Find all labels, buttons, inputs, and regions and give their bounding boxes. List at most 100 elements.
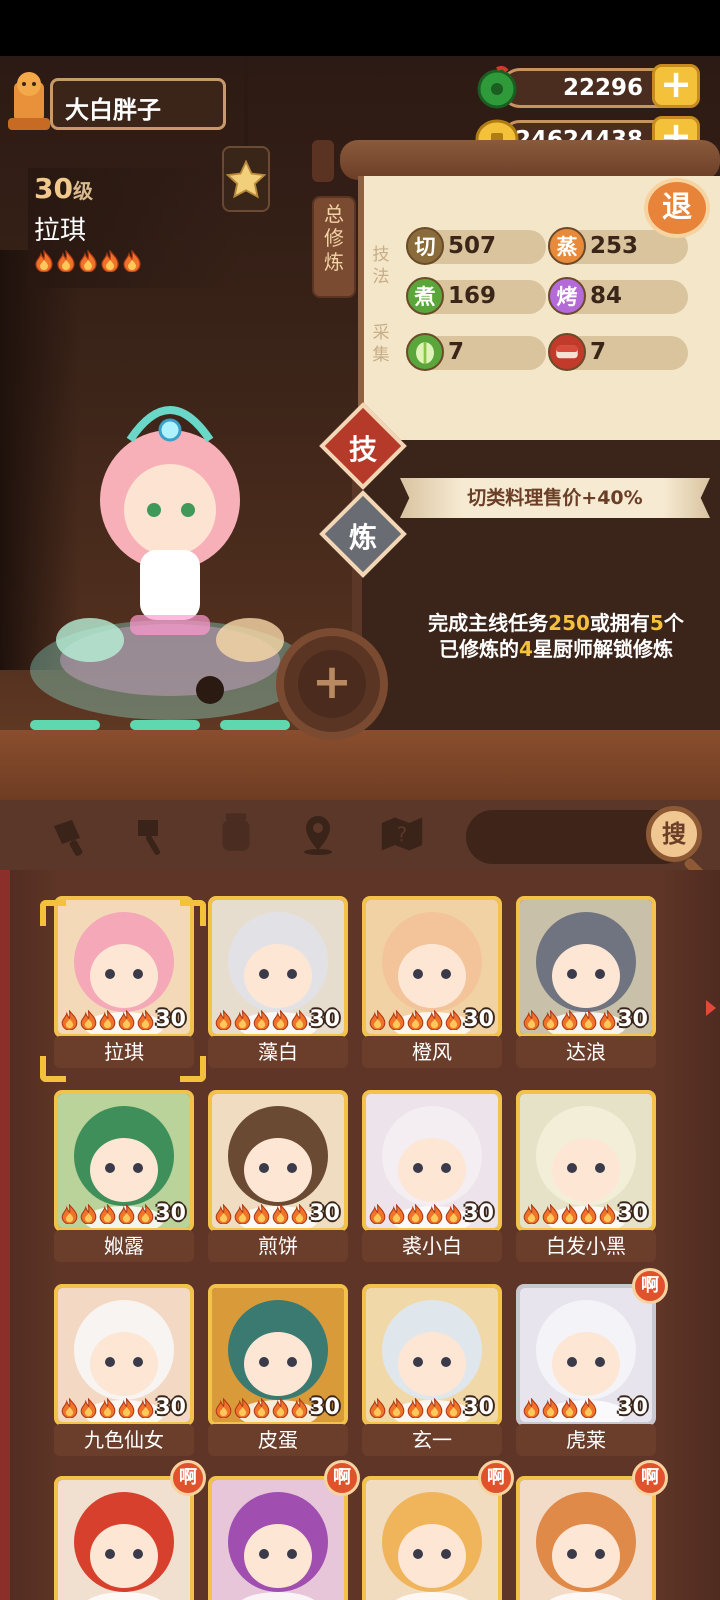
flame-icon (34, 249, 54, 273)
chef-card-level: 30 (463, 1201, 494, 1226)
chef-card-level: 30 (617, 1201, 648, 1226)
spatula-filter-icon[interactable] (130, 814, 174, 858)
flame-icon (406, 1203, 425, 1225)
chef-card-name: 皮蛋 (208, 1424, 348, 1456)
chef-card-flames (522, 1203, 617, 1225)
flame-icon (79, 1203, 98, 1225)
cut-icon: 切 (406, 227, 444, 265)
meat-icon (548, 333, 586, 371)
add-jade-button[interactable]: + (652, 64, 700, 108)
plus-icon: + (298, 650, 366, 718)
search-button[interactable]: 搜 (646, 806, 702, 862)
flame-icon (368, 1203, 387, 1225)
chef-card-level: 30 (155, 1395, 186, 1420)
flame-icon (56, 249, 76, 273)
skill-bonus-ribbon: 切类料理售价+40% (400, 478, 710, 518)
flame-icon (252, 1397, 271, 1419)
chef-card[interactable]: 30 (54, 1090, 194, 1232)
chef-card[interactable]: 30 (362, 1284, 502, 1426)
chef-tag-badge: 啊 (632, 1268, 668, 1304)
cleaver-filter-icon[interactable] (48, 814, 92, 858)
chef-card[interactable]: 30 (208, 1090, 348, 1232)
flame-icon (522, 1397, 541, 1419)
chef-card[interactable]: 30 (362, 896, 502, 1038)
chef-card-name: 达浪 (516, 1036, 656, 1068)
star-hanger (244, 56, 248, 146)
gather-section-label: 采集 (372, 323, 390, 365)
flame-icon (598, 1203, 617, 1225)
chef-card-name: 虎莱 (516, 1424, 656, 1456)
game-screen: 大白胖子 30级 拉琪 22296 + 24624438 + 总 修 炼 技法 (0, 0, 720, 1600)
flame-icon (60, 1203, 79, 1225)
chef-card-level: 30 (309, 1007, 340, 1032)
scroll-arrow-icon (706, 1000, 716, 1016)
chef-tag-badge: 啊 (324, 1460, 360, 1496)
add-chef-button[interactable]: + (276, 628, 388, 740)
chef-card-level: 30 (155, 1201, 186, 1226)
grid-left-edge (0, 870, 10, 1600)
chef-card-name: 藻白 (208, 1036, 348, 1068)
flame-icon (136, 1203, 155, 1225)
chef-portrait (520, 1480, 652, 1600)
flame-icon (425, 1397, 444, 1419)
chef-card[interactable] (362, 1476, 502, 1600)
flame-icon (406, 1009, 425, 1031)
roast-value: 84 (590, 283, 623, 309)
flame-icon (425, 1203, 444, 1225)
selection-corner (40, 900, 66, 926)
chef-card-name: 娰露 (54, 1230, 194, 1262)
flame-icon (271, 1397, 290, 1419)
flame-icon (136, 1397, 155, 1419)
chef-card[interactable]: 30 (208, 896, 348, 1038)
chef-card[interactable] (208, 1476, 348, 1600)
chef-card[interactable]: 30 (516, 1284, 656, 1426)
chef-card[interactable]: 30 (54, 1284, 194, 1426)
chef-card[interactable]: 30 (208, 1284, 348, 1426)
chef-name: 拉琪 (34, 216, 87, 246)
chef-level: 30级 (34, 172, 93, 205)
flame-icon (117, 1203, 136, 1225)
chef-card[interactable]: 30 (516, 896, 656, 1038)
refine-diamond-label: 炼 (348, 521, 377, 554)
chef-card-flames (368, 1009, 463, 1031)
selection-corner (40, 1056, 66, 1082)
chef-card-flames (522, 1009, 617, 1031)
flame-icon (560, 1397, 579, 1419)
jar-filter-icon[interactable] (214, 810, 258, 854)
chef-card-name: 橙风 (362, 1036, 502, 1068)
flame-icon (522, 1203, 541, 1225)
chef-card[interactable]: 30 (516, 1090, 656, 1232)
back-button[interactable]: 退 (644, 178, 710, 238)
flame-icon (522, 1009, 541, 1031)
chef-tag-badge: 啊 (478, 1460, 514, 1496)
chef-card[interactable] (54, 1476, 194, 1600)
roast-icon: 烤 (548, 277, 586, 315)
chef-card-level: 30 (463, 1395, 494, 1420)
chef-card[interactable]: 30 (54, 896, 194, 1038)
player-name-plate[interactable]: 大白胖子 (50, 78, 226, 130)
map-filter-icon[interactable]: ? (380, 812, 424, 856)
chef-card[interactable]: 30 (362, 1090, 502, 1232)
skill-cut: 切 507 (406, 227, 546, 265)
flame-icon (98, 1397, 117, 1419)
location-filter-icon[interactable] (296, 812, 340, 856)
player-avatar-icon[interactable] (4, 68, 54, 132)
flame-icon (252, 1009, 271, 1031)
chef-card-name: 裘小白 (362, 1230, 502, 1262)
chef-card-name: 玄一 (362, 1424, 502, 1456)
chef-card-flames (214, 1397, 309, 1419)
gather-meat: 7 (548, 333, 688, 371)
floor (0, 730, 720, 802)
flame-icon (122, 249, 142, 273)
skill-boil: 煮 169 (406, 277, 546, 315)
chef-card-flames (214, 1203, 309, 1225)
total-training-tab[interactable]: 总 修 炼 (312, 196, 356, 298)
chef-card-level: 30 (155, 1007, 186, 1032)
chef-card[interactable] (516, 1476, 656, 1600)
flame-icon (579, 1397, 598, 1419)
chef-tag-badge: 啊 (632, 1460, 668, 1496)
flame-icon (541, 1203, 560, 1225)
meat-value: 7 (590, 339, 607, 365)
chef-tag-badge: 啊 (170, 1460, 206, 1496)
jade-icon (477, 65, 517, 109)
